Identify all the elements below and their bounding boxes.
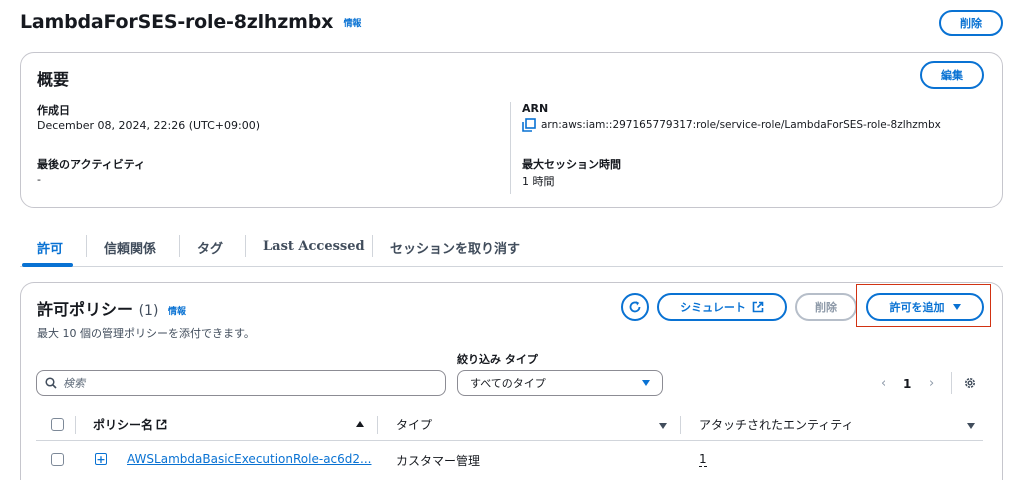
tab-separator <box>372 235 373 257</box>
select-all-checkbox[interactable] <box>51 418 64 431</box>
tab-last-accessed[interactable]: Last Accessed <box>263 239 365 254</box>
edit-button[interactable]: 編集 <box>920 61 984 89</box>
search-icon <box>45 377 57 389</box>
tab-separator <box>179 235 180 257</box>
last-activity-value: - <box>37 173 41 186</box>
info-link[interactable]: 情報 <box>344 19 362 29</box>
tabs-underline <box>20 266 1003 267</box>
policies-title: 許可ポリシー (1) 情報 <box>37 300 187 319</box>
tab-separator <box>86 235 87 257</box>
tab-tags[interactable]: タグ <box>197 238 223 257</box>
external-link-icon <box>752 301 764 313</box>
column-separator <box>75 416 76 434</box>
max-session-value: 1 時間 <box>522 175 555 188</box>
policies-info-link[interactable]: 情報 <box>168 307 186 317</box>
column-header-type[interactable]: タイプ <box>396 416 432 433</box>
row-checkbox[interactable] <box>51 453 64 466</box>
summary-title: 概要 <box>37 70 70 89</box>
column-header-attached-entities[interactable]: アタッチされたエンティティ <box>699 416 854 433</box>
column-header-policy-name[interactable]: ポリシー名 <box>93 416 167 433</box>
search-input[interactable]: 検索 <box>36 370 446 396</box>
arn-label: ARN <box>522 102 549 115</box>
tab-permissions[interactable]: 許可 <box>37 238 63 257</box>
sort-icon[interactable] <box>967 423 975 429</box>
policies-count: (1) <box>138 303 159 319</box>
summary-column-divider <box>510 102 511 194</box>
refresh-icon <box>629 301 641 313</box>
created-label: 作成日 <box>37 104 70 117</box>
delete-role-button[interactable]: 削除 <box>939 10 1003 36</box>
policies-description: 最大 10 個の管理ポリシーを添付できます。 <box>37 327 255 340</box>
next-page-icon[interactable]: › <box>929 376 934 391</box>
column-separator <box>377 416 378 434</box>
table-header-divider <box>36 440 983 441</box>
role-name: LambdaForSES-role-8zlhzmbx <box>20 11 334 33</box>
type-select-value: すべてのタイプ <box>470 377 546 390</box>
copy-icon[interactable] <box>522 118 536 132</box>
prev-page-icon[interactable]: ‹ <box>881 376 886 391</box>
tab-revoke-sessions[interactable]: セッションを取り消す <box>390 238 520 257</box>
refresh-button[interactable] <box>621 293 649 321</box>
pagination-divider <box>951 372 952 394</box>
last-activity-label: 最後のアクティビティ <box>37 158 146 171</box>
tab-separator <box>245 235 246 257</box>
caret-down-icon <box>952 304 961 310</box>
sort-icon[interactable] <box>659 423 667 429</box>
page-number[interactable]: 1 <box>903 377 911 391</box>
simulate-button[interactable]: シミュレート <box>657 293 787 321</box>
column-separator <box>680 416 681 434</box>
created-value: December 08, 2024, 22:26 (UTC+09:00) <box>37 119 261 132</box>
sort-ascending-icon[interactable] <box>356 421 364 427</box>
active-tab-indicator <box>22 263 73 267</box>
delete-policy-button[interactable]: 削除 <box>795 293 857 321</box>
policy-name-link[interactable]: AWSLambdaBasicExecutionRole-ac6d2... <box>127 452 371 466</box>
filter-type-label: 絞り込み タイプ <box>457 353 538 366</box>
page-title: LambdaForSES-role-8zlhzmbx 情報 <box>20 11 361 33</box>
gear-icon[interactable] <box>963 376 977 390</box>
tab-trust-relationships[interactable]: 信頼関係 <box>104 238 156 257</box>
max-session-label: 最大セッション時間 <box>522 158 621 171</box>
external-link-icon <box>156 419 167 430</box>
expand-icon[interactable]: + <box>95 453 107 465</box>
search-placeholder: 検索 <box>63 377 85 390</box>
type-select[interactable]: すべてのタイプ <box>457 370 663 396</box>
caret-down-icon <box>642 380 650 386</box>
policy-type: カスタマー管理 <box>396 454 481 468</box>
add-permissions-button[interactable]: 許可を追加 <box>866 293 984 321</box>
arn-value: arn:aws:iam::297165779317:role/service-r… <box>541 119 941 131</box>
attached-entities-count[interactable]: 1 <box>699 452 707 467</box>
